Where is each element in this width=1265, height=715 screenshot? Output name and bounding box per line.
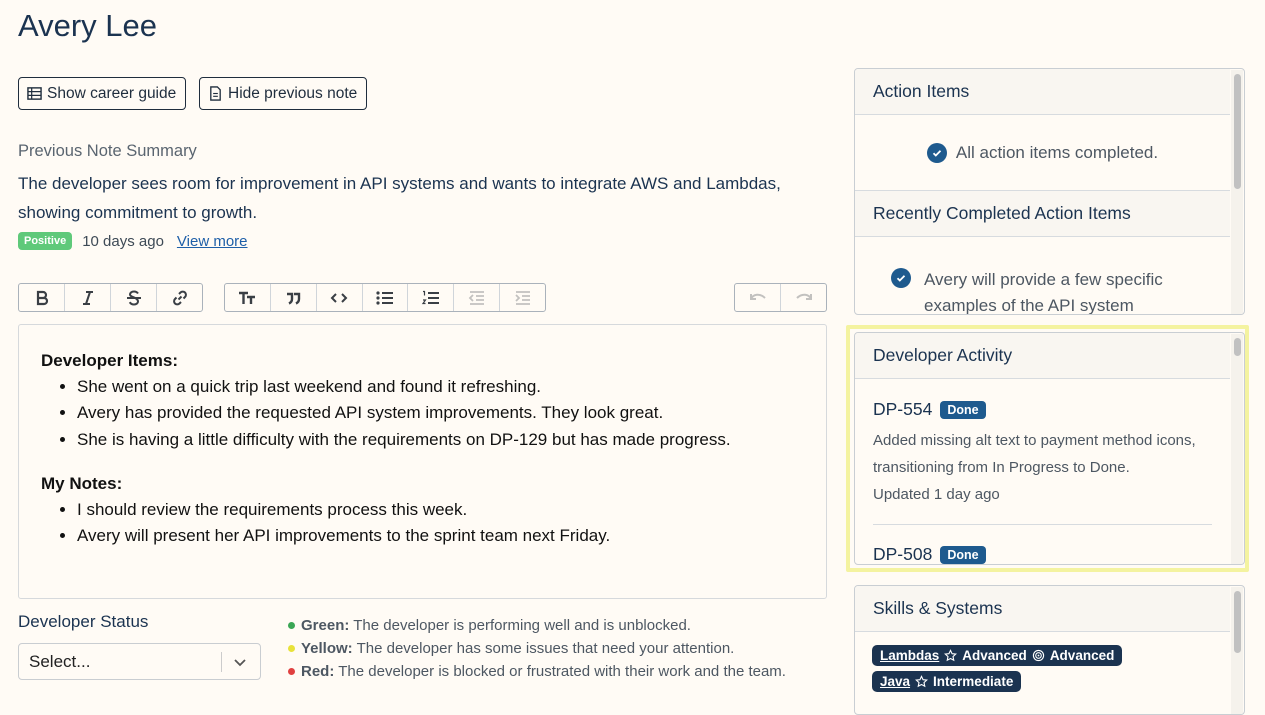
list-item: She went on a quick trip last weekend an… <box>77 374 804 400</box>
action-items-panel: Action Items All action items completed.… <box>854 68 1245 315</box>
numbered-list-icon <box>421 290 439 304</box>
heading-button[interactable] <box>225 284 271 311</box>
skills-scroll-thumb[interactable] <box>1234 591 1241 653</box>
previous-note-text: The developer sees room for improvement … <box>18 174 781 222</box>
skill-name[interactable]: Java <box>880 674 910 689</box>
strikethrough-button[interactable] <box>111 284 157 311</box>
list-item: Avery has provided the requested API sys… <box>77 400 804 426</box>
action-items-status: All action items completed. <box>855 115 1230 191</box>
list-item: I should review the requirements process… <box>77 497 804 523</box>
heading-icon <box>239 291 256 304</box>
hide-note-label: Hide previous note <box>228 84 358 102</box>
legend-red: Red: The developer is blocked or frustra… <box>288 660 786 683</box>
target-icon <box>1032 649 1044 662</box>
redo-icon <box>795 293 812 300</box>
undo-button[interactable] <box>735 284 781 311</box>
bold-button[interactable] <box>19 284 65 311</box>
skill-badge[interactable]: Lambdas Advanced Advanced <box>872 645 1123 666</box>
link-button[interactable] <box>157 284 202 311</box>
outdent-icon <box>468 290 484 305</box>
quote-icon <box>287 292 301 305</box>
italic-icon <box>82 290 93 305</box>
quote-button[interactable] <box>271 284 317 311</box>
bold-icon <box>36 290 48 305</box>
skill-badge[interactable]: Java Intermediate <box>872 671 1022 692</box>
notes-editor[interactable]: Developer Items: She went on a quick tri… <box>18 324 827 599</box>
yellow-dot-icon <box>288 645 295 652</box>
format-toolbar-block <box>224 283 546 312</box>
undo-icon <box>749 293 766 300</box>
chevron-down-icon <box>234 659 246 667</box>
recent-action-item: Avery will provide a few specific exampl… <box>855 237 1244 314</box>
check-circle-icon <box>891 268 911 288</box>
outdent-button[interactable] <box>454 284 501 311</box>
skills-panel: Skills & Systems Lambdas Advanced Advanc… <box>854 585 1245 715</box>
link-icon <box>172 290 187 305</box>
code-icon <box>330 292 348 303</box>
focus-highlight <box>846 325 1249 572</box>
document-icon <box>210 86 221 101</box>
view-more-link[interactable]: View more <box>177 233 248 250</box>
hide-previous-note-button[interactable]: Hide previous note <box>199 77 368 110</box>
red-dot-icon <box>288 668 295 675</box>
my-notes-list: I should review the requirements process… <box>41 497 804 550</box>
format-toolbar-inline <box>18 283 203 312</box>
status-legend: Green: The developer is performing well … <box>288 614 786 683</box>
star-icon <box>944 649 958 662</box>
legend-yellow: Yellow: The developer has some issues th… <box>288 637 786 660</box>
page-title: Avery Lee <box>18 8 158 43</box>
star-icon <box>915 675 929 688</box>
redo-button[interactable] <box>781 284 826 311</box>
indent-button[interactable] <box>500 284 545 311</box>
my-notes-heading: My Notes: <box>41 473 123 493</box>
indent-icon <box>514 290 530 305</box>
developer-items-heading: Developer Items: <box>41 351 178 370</box>
code-button[interactable] <box>317 284 363 311</box>
italic-button[interactable] <box>65 284 111 311</box>
list-item: She is having a little difficulty with t… <box>77 427 804 453</box>
skill-name[interactable]: Lambdas <box>880 648 939 663</box>
bullet-list-icon <box>376 290 393 305</box>
recent-action-items-title: Recently Completed Action Items <box>855 191 1230 237</box>
skills-title: Skills & Systems <box>855 586 1230 632</box>
strikethrough-icon <box>126 289 141 306</box>
sentiment-badge: Positive <box>18 232 73 250</box>
previous-note-label: Previous Note Summary <box>18 142 197 160</box>
history-toolbar <box>734 283 827 312</box>
legend-green: Green: The developer is performing well … <box>288 614 786 637</box>
check-circle-icon <box>926 142 947 163</box>
action-items-title: Action Items <box>855 69 1230 115</box>
action-items-scroll-thumb[interactable] <box>1234 74 1241 189</box>
note-age: 10 days ago <box>82 232 164 250</box>
list-item: Avery will present her API improvements … <box>77 523 804 549</box>
developer-status-label: Developer Status <box>18 612 149 631</box>
numbered-list-button[interactable] <box>408 284 455 311</box>
table-icon <box>27 87 42 100</box>
previous-note-meta: Positive 10 days ago View more <box>18 232 248 250</box>
show-career-guide-button[interactable]: Show career guide <box>18 77 187 110</box>
career-guide-label: Show career guide <box>47 84 177 102</box>
developer-status-select[interactable]: Select... <box>18 643 261 680</box>
green-dot-icon <box>288 622 295 629</box>
select-value: Select... <box>29 651 91 671</box>
bullet-list-button[interactable] <box>363 284 409 311</box>
developer-items-list: She went on a quick trip last weekend an… <box>41 374 804 453</box>
